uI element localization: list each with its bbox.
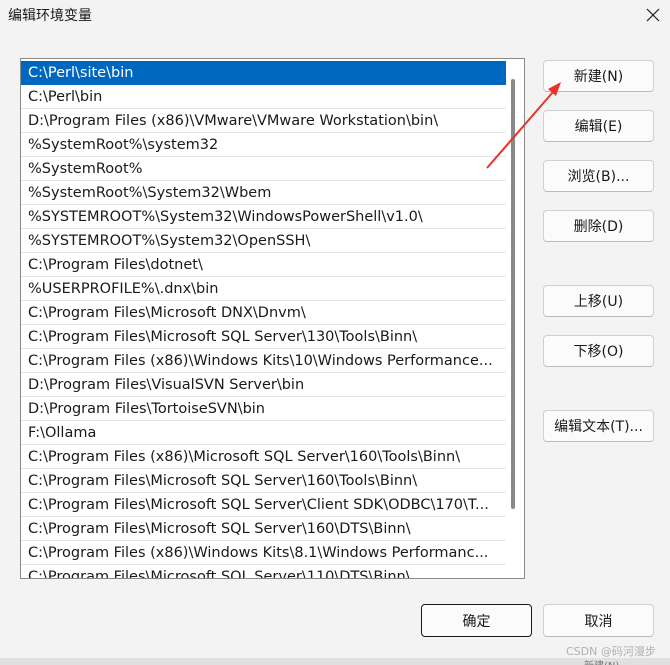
move-up-button[interactable]: 上移(U) [543,285,654,317]
path-row[interactable]: F:\Ollama [21,421,506,445]
close-icon [646,8,660,22]
path-row[interactable]: %USERPROFILE%\.dnx\bin [21,277,506,301]
cancel-button[interactable]: 取消 [543,604,654,637]
path-row[interactable]: %SystemRoot%\system32 [21,133,506,157]
path-row[interactable]: %SYSTEMROOT%\System32\OpenSSH\ [21,229,506,253]
window-title: 编辑环境变量 [8,8,92,24]
path-row[interactable]: C:\Program Files\Microsoft DNX\Dnvm\ [21,301,506,325]
path-rows: C:\Perl\site\bin C:\Perl\bin D:\Program Fi… [21,61,506,578]
path-row[interactable]: C:\Program Files\Microsoft SQL Server\11… [21,565,506,578]
path-row[interactable]: C:\Program Files\Microsoft SQL Server\16… [21,517,506,541]
new-button[interactable]: 新建(N) [543,60,654,92]
move-down-button[interactable]: 下移(O) [543,335,654,367]
path-row[interactable]: C:\Perl\bin [21,85,506,109]
path-row[interactable]: C:\Program Files\dotnet\ [21,253,506,277]
path-row[interactable]: C:\Program Files\Microsoft SQL Server\13… [21,325,506,349]
list-scrollbar[interactable] [511,79,515,509]
edit-button[interactable]: 编辑(E) [543,110,654,142]
taskbar-strip [0,658,670,665]
path-row[interactable]: C:\Program Files\Microsoft SQL Server\Cl… [21,493,506,517]
browse-button[interactable]: 浏览(B)... [543,160,654,192]
path-row[interactable]: %SYSTEMROOT%\System32\WindowsPowerShell\… [21,205,506,229]
path-row[interactable]: C:\Program Files\Microsoft SQL Server\16… [21,469,506,493]
delete-button[interactable]: 删除(D) [543,210,654,242]
path-row[interactable]: C:\Program Files (x86)\Windows Kits\8.1\… [21,541,506,565]
ok-button[interactable]: 确定 [421,604,532,637]
path-row[interactable]: D:\Program Files\TortoiseSVN\bin [21,397,506,421]
path-row[interactable]: C:\Program Files (x86)\Microsoft SQL Ser… [21,445,506,469]
path-row[interactable]: %SystemRoot%\System32\Wbem [21,181,506,205]
title-bar: 编辑环境变量 [0,0,670,32]
path-row-selected[interactable]: C:\Perl\site\bin [21,61,506,85]
path-row[interactable]: D:\Program Files (x86)\VMware\VMware Wor… [21,109,506,133]
path-row[interactable]: %SystemRoot% [21,157,506,181]
edit-text-button[interactable]: 编辑文本(T)... [543,410,654,442]
taskbar-fragment: 新建(N) [584,657,619,665]
close-button[interactable] [636,0,670,30]
path-row[interactable]: D:\Program Files\VisualSVN Server\bin [21,373,506,397]
path-row[interactable]: C:\Program Files (x86)\Windows Kits\10\W… [21,349,506,373]
path-list[interactable]: C:\Perl\site\bin C:\Perl\bin D:\Program Fi… [20,58,525,579]
